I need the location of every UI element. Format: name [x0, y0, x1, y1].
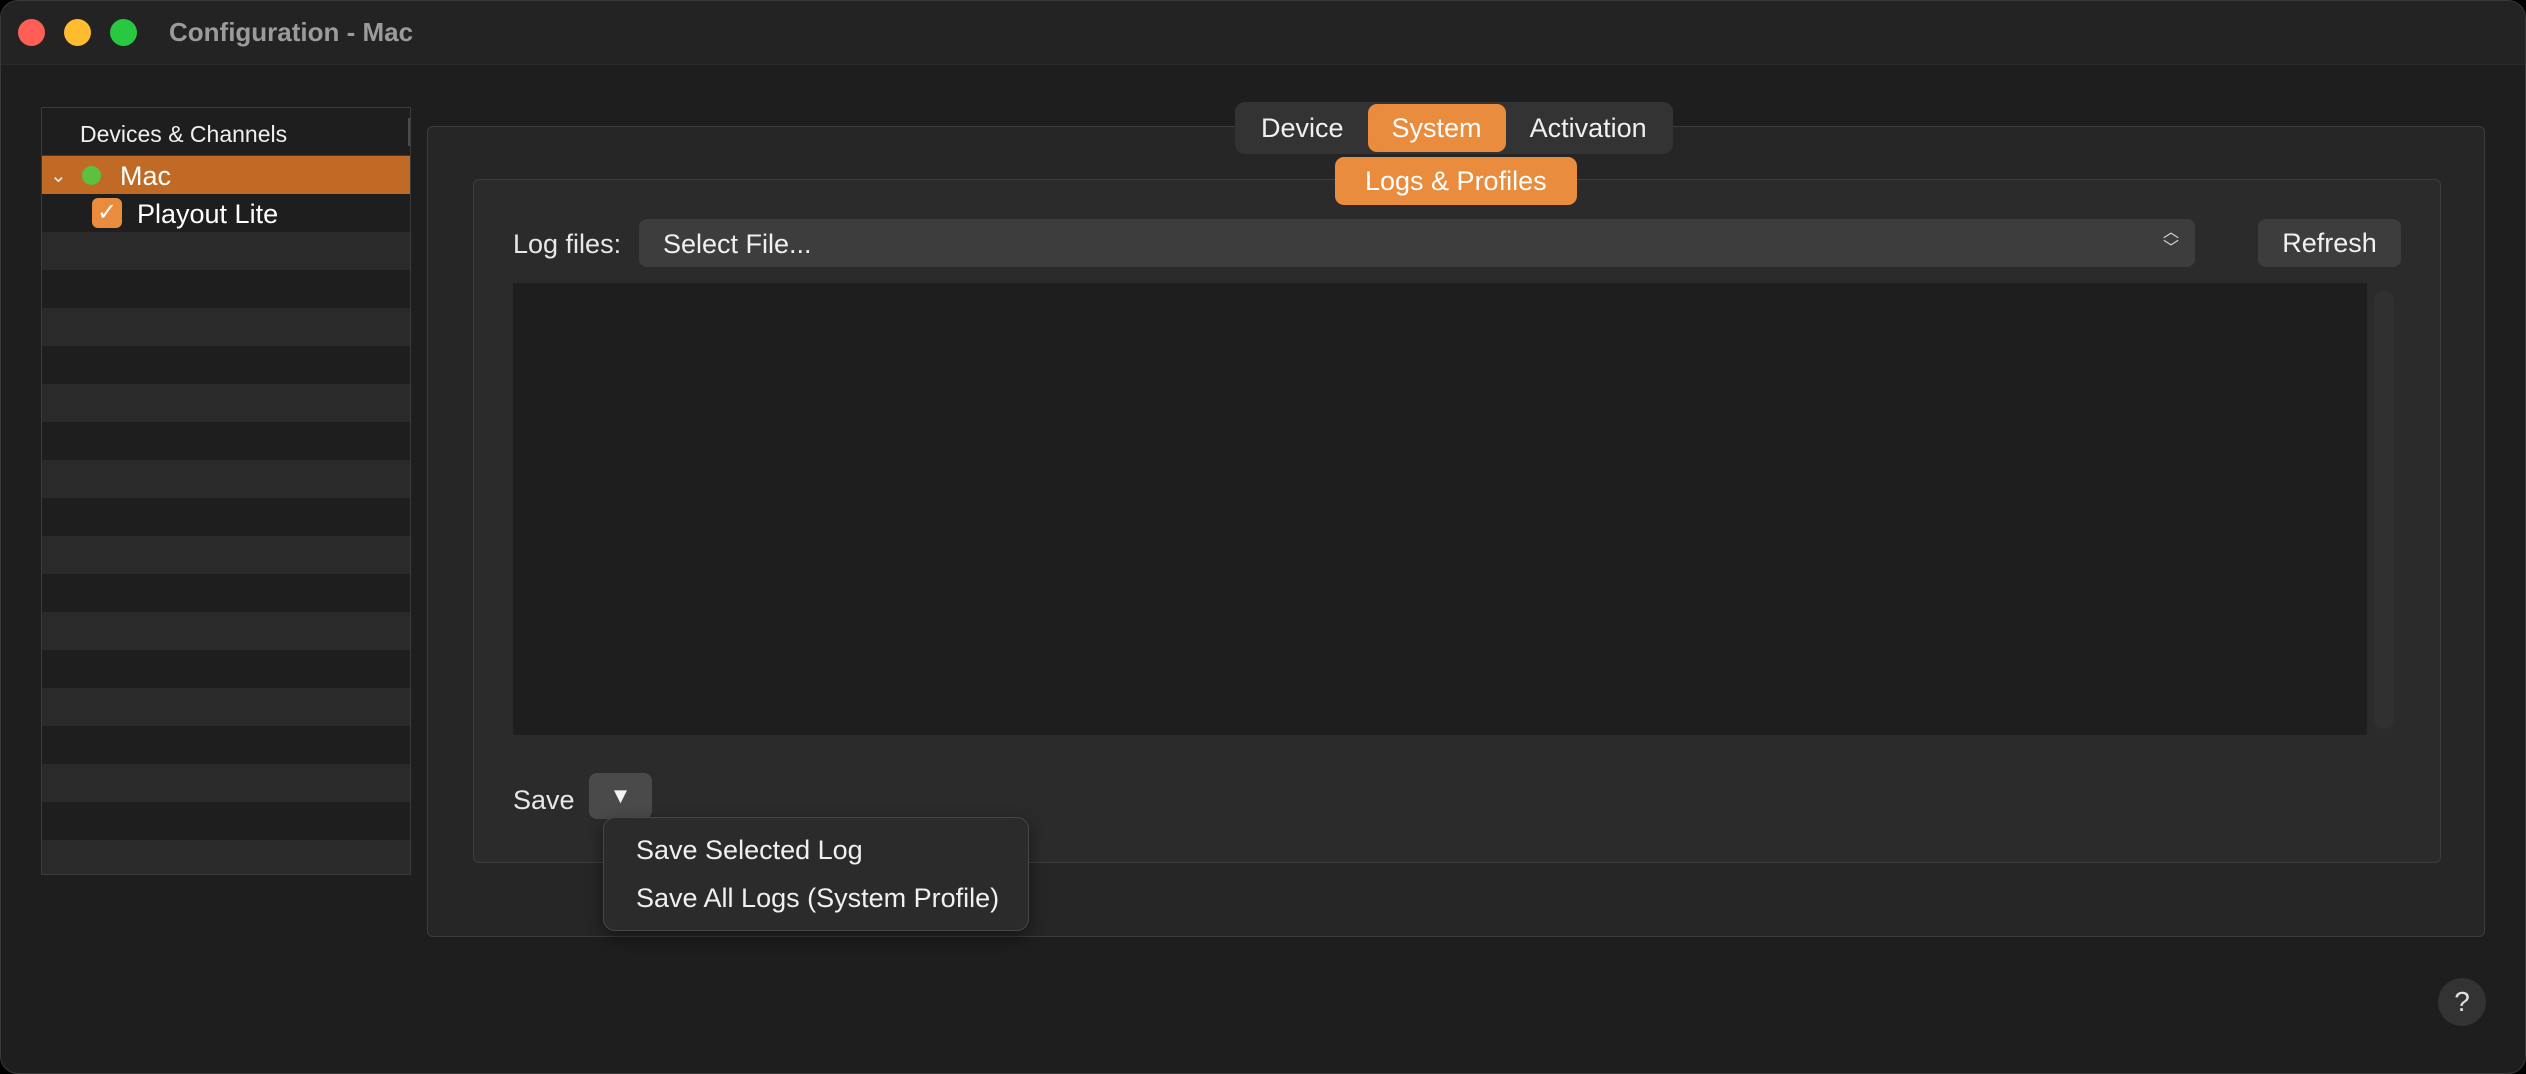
empty-row: [42, 346, 410, 384]
empty-row: [42, 232, 410, 270]
log-files-label: Log files:: [513, 229, 622, 259]
tab-activation[interactable]: Activation: [1506, 104, 1671, 152]
minimize-window-button[interactable]: [64, 19, 91, 46]
sidebar-header-label: Devices & Channels: [80, 121, 288, 147]
window-title: Configuration - Mac: [169, 17, 414, 47]
tree-item-label: Playout Lite: [137, 199, 279, 229]
log-file-select-value: Select File...: [663, 229, 812, 259]
tab-logs-profiles[interactable]: Logs & Profiles: [1335, 157, 1577, 205]
empty-row: [42, 574, 410, 612]
empty-row: [42, 612, 410, 650]
configuration-window: Configuration - Mac Devices & Channels ⌄…: [0, 0, 2526, 1074]
empty-row: [42, 422, 410, 460]
zoom-window-button[interactable]: [110, 19, 137, 46]
device-tree: ⌄ Mac ✓ Playout Lite: [42, 156, 410, 874]
empty-row: [42, 840, 410, 874]
tab-bar: Device System Activation: [1235, 102, 1673, 154]
menu-item-save-all-logs[interactable]: Save All Logs (System Profile): [636, 883, 999, 914]
empty-row: [42, 498, 410, 536]
chevron-down-icon[interactable]: ⌄: [50, 163, 67, 188]
status-online-icon: [82, 166, 101, 185]
save-menu: Save Selected Log Save All Logs (System …: [603, 817, 1029, 931]
updown-chevron-icon: ︿ ﹀: [2162, 224, 2179, 257]
empty-row: [42, 308, 410, 346]
help-button[interactable]: ?: [2438, 978, 2486, 1026]
empty-row: [42, 270, 410, 308]
empty-row: [42, 460, 410, 498]
empty-row: [42, 726, 410, 764]
empty-row: [42, 384, 410, 422]
sidebar-header: Devices & Channels: [42, 108, 410, 156]
tab-device[interactable]: Device: [1237, 104, 1368, 152]
empty-row: [42, 536, 410, 574]
menu-item-save-selected-log[interactable]: Save Selected Log: [636, 835, 863, 866]
channel-checkbox[interactable]: ✓: [92, 198, 122, 228]
tree-item-mac[interactable]: ⌄ Mac: [42, 156, 410, 194]
save-label: Save: [513, 785, 575, 815]
empty-row: [42, 688, 410, 726]
devices-sidebar: Devices & Channels ⌄ Mac ✓ Playout Lite: [41, 107, 411, 875]
tree-item-label: Mac: [120, 161, 172, 191]
log-file-select[interactable]: Select File... ︿ ﹀: [639, 219, 2195, 267]
empty-row: [42, 764, 410, 802]
log-scrollbar[interactable]: [2374, 291, 2394, 729]
empty-row: [42, 802, 410, 840]
refresh-button[interactable]: Refresh: [2258, 219, 2401, 267]
tree-item-playout-lite[interactable]: ✓ Playout Lite: [42, 194, 410, 232]
close-window-button[interactable]: [18, 19, 45, 46]
column-resize-handle[interactable]: [408, 118, 410, 146]
log-content-area[interactable]: [513, 283, 2367, 735]
tab-system[interactable]: System: [1367, 104, 1506, 152]
title-bar: Configuration - Mac: [1, 1, 2525, 65]
empty-row: [42, 650, 410, 688]
save-dropdown-button[interactable]: ▼: [589, 773, 652, 819]
